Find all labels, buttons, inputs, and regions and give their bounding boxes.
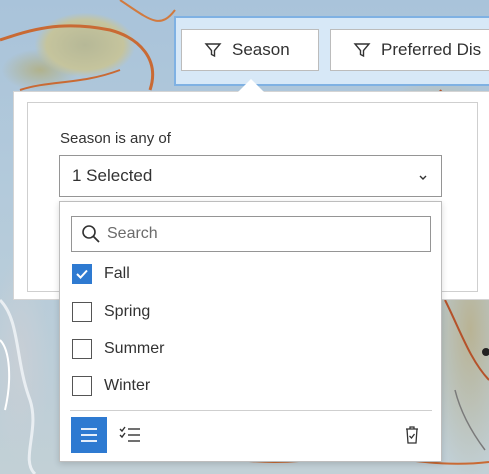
option-label: Winter [104,377,151,394]
clear-selection-icon [406,426,418,444]
search-input[interactable]: Search [71,216,431,252]
clear-selection-button[interactable] [394,417,430,453]
option-winter[interactable]: Winter [72,373,150,399]
option-label: Spring [104,303,151,320]
chevron-down-icon [419,175,427,180]
season-filter-chip[interactable]: Season [181,29,319,71]
option-spring[interactable]: Spring [72,299,150,325]
field-label: Season is any of [60,130,171,147]
checkbox-unchecked[interactable] [72,302,92,322]
search-icon [82,225,100,243]
list-view-button[interactable] [71,417,107,453]
divider [70,410,432,411]
popover-caret [238,79,264,92]
filter-icon [353,43,371,58]
preferred-filter-chip[interactable]: Preferred Dis [330,29,489,71]
option-summer[interactable]: Summer [72,336,164,362]
checkbox-checked[interactable] [72,264,92,284]
selected-view-button[interactable] [112,417,148,453]
option-label: Summer [104,340,165,357]
checkmark-icon [76,269,88,279]
checkbox-unchecked[interactable] [72,376,92,396]
option-fall[interactable]: Fall [72,261,130,287]
select-value: 1 Selected [72,166,153,185]
checkbox-unchecked[interactable] [72,339,92,359]
preferred-chip-label: Preferred Dis [381,40,482,59]
season-chip-label: Season [232,40,290,59]
filter-icon [204,43,222,58]
option-label: Fall [104,265,130,282]
season-select[interactable]: 1 Selected [59,155,442,197]
selected-view-icon [119,426,140,442]
options-dropdown: Search Fall Spring Summer Winter [59,201,442,462]
list-view-icon [81,428,97,442]
search-placeholder: Search [107,225,158,242]
